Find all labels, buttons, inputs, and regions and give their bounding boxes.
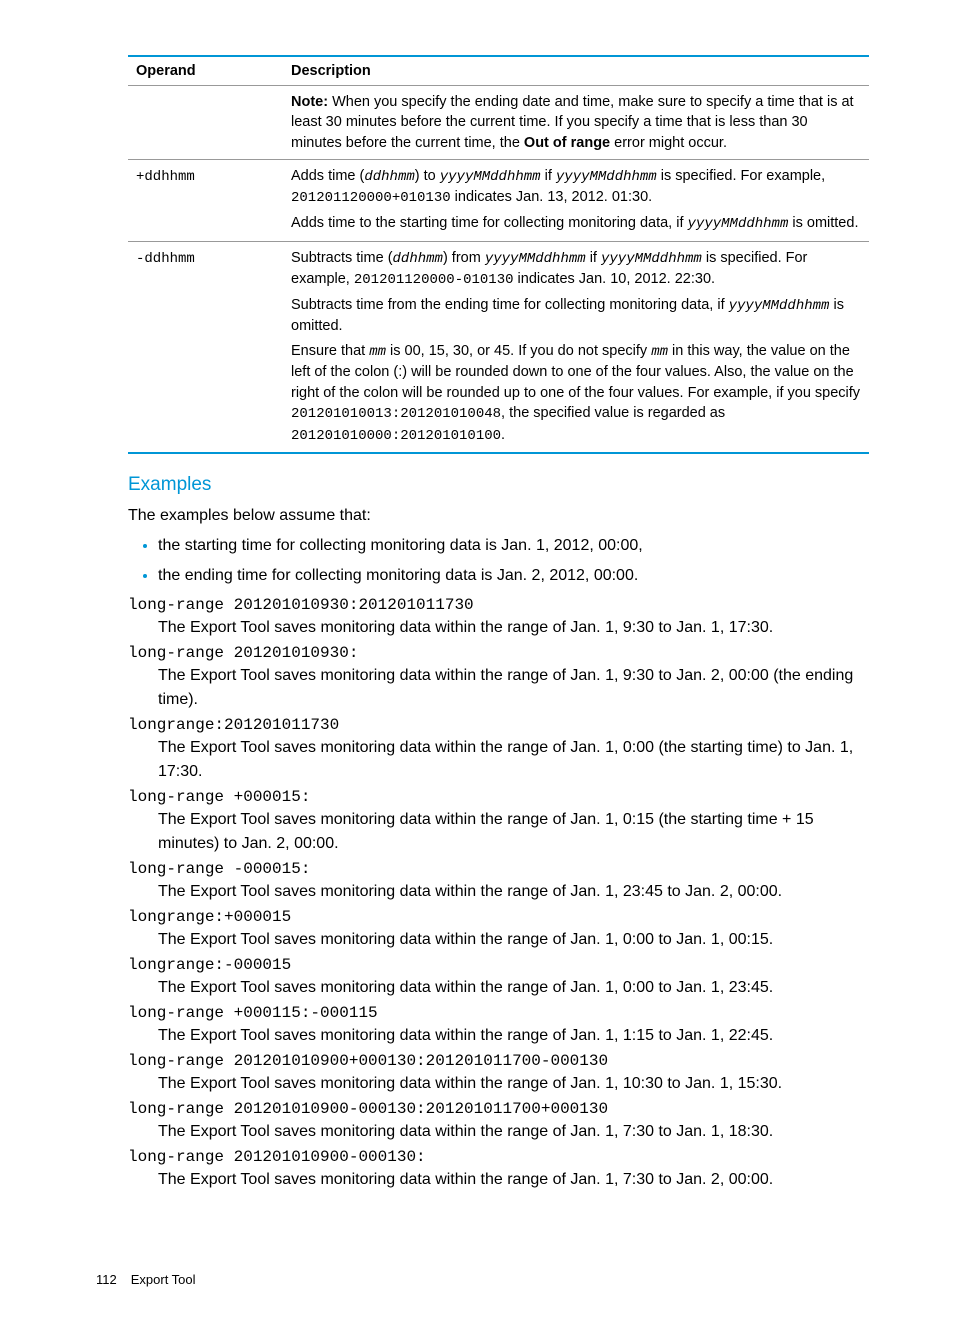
- text-segment: , the specified value is regarded as: [501, 405, 725, 421]
- text-segment: Adds time to the starting time for colle…: [291, 215, 688, 231]
- text-segment: ) to: [415, 168, 440, 184]
- text-segment: mm: [651, 344, 668, 360]
- text-segment: Subtracts time from the ending time for …: [291, 297, 729, 313]
- text-segment: if: [586, 250, 601, 266]
- operand-cell: -ddhhmm: [128, 241, 283, 453]
- example-command: longrange:-000015: [128, 956, 869, 974]
- text-segment: ddhhmm: [393, 251, 443, 267]
- examples-intro: The examples below assume that:: [128, 504, 869, 528]
- description-paragraph: Ensure that mm is 00, 15, 30, or 45. If …: [291, 341, 861, 446]
- text-segment: yyyyMMddhhmm: [440, 169, 541, 185]
- text-segment: 201201010013:201201010048: [291, 406, 501, 422]
- text-segment: error might occur.: [610, 135, 727, 151]
- description-paragraph: Note: When you specify the ending date a…: [291, 92, 861, 153]
- text-segment: is specified. For example,: [657, 168, 825, 184]
- example-command: long-range +000115:-000115: [128, 1004, 869, 1022]
- example-command: long-range 201201010900-000130:: [128, 1148, 869, 1166]
- operand-cell: +ddhhmm: [128, 159, 283, 241]
- page-footer: 112 Export Tool: [96, 1272, 869, 1287]
- example-description: The Export Tool saves monitoring data wi…: [158, 1168, 869, 1192]
- example-description: The Export Tool saves monitoring data wi…: [158, 880, 869, 904]
- example-description: The Export Tool saves monitoring data wi…: [158, 808, 869, 856]
- text-segment: 201201010000:201201010100: [291, 428, 501, 444]
- operand-cell: [128, 86, 283, 160]
- text-segment: ddhhmm: [364, 169, 414, 185]
- example-command: long-range 201201010930:: [128, 644, 869, 662]
- text-segment: ) from: [443, 250, 485, 266]
- text-segment: yyyyMMddhhmm: [556, 169, 657, 185]
- example-description: The Export Tool saves monitoring data wi…: [158, 1024, 869, 1048]
- example-description: The Export Tool saves monitoring data wi…: [158, 1120, 869, 1144]
- footer-section: Export Tool: [131, 1272, 196, 1287]
- example-command: long-range 201201010930:201201011730: [128, 596, 869, 614]
- example-command: long-range 201201010900-000130:201201011…: [128, 1100, 869, 1118]
- example-description: The Export Tool saves monitoring data wi…: [158, 664, 869, 712]
- example-description: The Export Tool saves monitoring data wi…: [158, 736, 869, 784]
- example-command: long-range +000015:: [128, 788, 869, 806]
- text-segment: 201201120000+010130: [291, 190, 451, 206]
- page-number: 112: [96, 1272, 117, 1287]
- text-segment: if: [541, 168, 556, 184]
- example-command: longrange:201201011730: [128, 716, 869, 734]
- list-item: the ending time for collecting monitorin…: [158, 564, 869, 588]
- description-cell: Note: When you specify the ending date a…: [283, 86, 869, 160]
- text-segment: yyyyMMddhhmm: [688, 216, 789, 232]
- description-cell: Adds time (ddhhmm) to yyyyMMddhhmm if yy…: [283, 159, 869, 241]
- table-row: +ddhhmm Adds time (ddhhmm) to yyyyMMddhhm…: [128, 159, 869, 241]
- text-segment: indicates Jan. 10, 2012. 22:30.: [514, 271, 716, 287]
- description-cell: Subtracts time (ddhhmm) from yyyyMMddhhm…: [283, 241, 869, 453]
- text-segment: Subtracts time (: [291, 250, 393, 266]
- text-segment: yyyyMMddhhmm: [601, 251, 702, 267]
- example-description: The Export Tool saves monitoring data wi…: [158, 928, 869, 952]
- example-command: long-range -000015:: [128, 860, 869, 878]
- example-description: The Export Tool saves monitoring data wi…: [158, 976, 869, 1000]
- description-paragraph: Subtracts time (ddhhmm) from yyyyMMddhhm…: [291, 248, 861, 291]
- list-item: the starting time for collecting monitor…: [158, 534, 869, 558]
- table-row: Note: When you specify the ending date a…: [128, 86, 869, 160]
- example-description: The Export Tool saves monitoring data wi…: [158, 616, 869, 640]
- text-segment: Adds time (: [291, 168, 364, 184]
- operand-value: -ddhhmm: [136, 251, 195, 267]
- example-description: The Export Tool saves monitoring data wi…: [158, 1072, 869, 1096]
- text-segment: mm: [369, 344, 386, 360]
- description-paragraph: Adds time to the starting time for colle…: [291, 213, 861, 235]
- description-paragraph: Adds time (ddhhmm) to yyyyMMddhhmm if yy…: [291, 166, 861, 209]
- th-operand: Operand: [128, 56, 283, 86]
- text-segment: is omitted.: [788, 215, 858, 231]
- example-command: longrange:+000015: [128, 908, 869, 926]
- th-description: Description: [283, 56, 869, 86]
- description-paragraph: Subtracts time from the ending time for …: [291, 295, 861, 337]
- text-segment: Note:: [291, 94, 328, 110]
- text-segment: is 00, 15, 30, or 45. If you do not spec…: [386, 343, 651, 359]
- examples-bullets: the starting time for collecting monitor…: [128, 534, 869, 588]
- text-segment: yyyyMMddhhmm: [485, 251, 586, 267]
- text-segment: .: [501, 427, 505, 443]
- text-segment: Out of range: [524, 135, 610, 151]
- examples-list: long-range 201201010930:201201011730 The …: [128, 596, 869, 1192]
- examples-heading: Examples: [128, 474, 869, 496]
- text-segment: 201201120000-010130: [354, 272, 514, 288]
- table-row: -ddhhmm Subtracts time (ddhhmm) from yyyy…: [128, 241, 869, 453]
- example-command: long-range 201201010900+000130:201201011…: [128, 1052, 869, 1070]
- text-segment: Ensure that: [291, 343, 369, 359]
- operand-value: +ddhhmm: [136, 169, 195, 185]
- text-segment: yyyyMMddhhmm: [729, 298, 830, 314]
- text-segment: indicates Jan. 13, 2012. 01:30.: [451, 189, 653, 205]
- operand-table: Operand Description Note: When you speci…: [128, 55, 869, 454]
